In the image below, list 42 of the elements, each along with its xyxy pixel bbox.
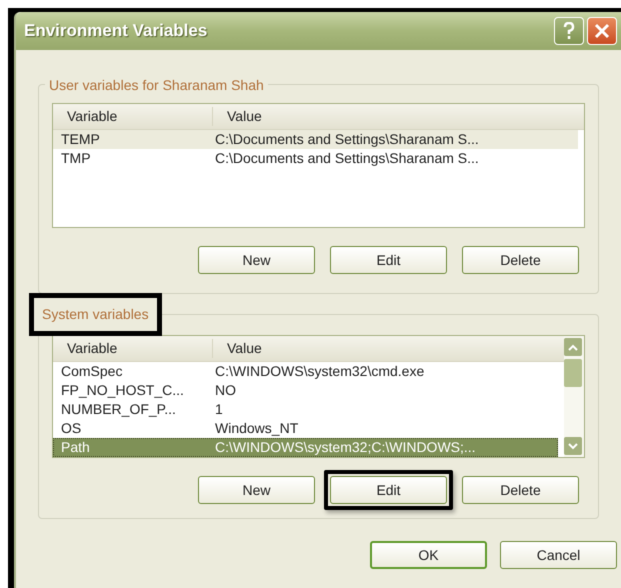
scroll-thumb[interactable] [564, 358, 582, 386]
list-row[interactable]: OS Windows_NT [53, 419, 558, 438]
scroll-down-button[interactable] [564, 437, 582, 455]
dialog-button[interactable]: OK [370, 541, 487, 569]
column-header[interactable]: Value [213, 104, 584, 129]
close-icon [594, 23, 610, 39]
variable-name: TEMP [60, 130, 101, 149]
column-header[interactable]: Variable [53, 107, 213, 126]
variable-value: 1 [214, 400, 224, 419]
variable-name: TMP [60, 149, 92, 168]
column-header[interactable]: Variable [53, 339, 213, 358]
variable-name: ComSpec [60, 362, 124, 381]
variable-value: C:\Documents and Settings\Sharanam S... [214, 149, 480, 168]
variable-value: Windows_NT [214, 419, 300, 438]
list-row[interactable]: TEMP C:\Documents and Settings\Sharanam S... [53, 130, 578, 149]
list-button[interactable]: Delete [462, 476, 579, 504]
scroll-up-button[interactable] [564, 338, 582, 356]
column-header[interactable]: Value [213, 336, 564, 361]
list-button[interactable]: Edit [330, 476, 447, 504]
variable-name: NUMBER_OF_P... [60, 400, 177, 419]
variable-value: C:\Documents and Settings\Sharanam S... [214, 130, 480, 149]
variable-name: FP_NO_HOST_C... [60, 381, 185, 400]
scrollbar[interactable] [564, 336, 584, 457]
list-row[interactable]: TMP C:\Documents and Settings\Sharanam S... [53, 149, 578, 168]
window-title: Environment Variables [24, 20, 208, 42]
list-row[interactable]: FP_NO_HOST_C... NO [53, 381, 558, 400]
help-button[interactable] [554, 17, 584, 45]
group-label: System variables [29, 293, 162, 336]
variable-value: C:\WINDOWS\system32;C:\WINDOWS;... [214, 438, 477, 457]
list-button[interactable]: Delete [462, 246, 579, 274]
list-button[interactable]: New [198, 476, 315, 504]
variable-name: Path [60, 438, 91, 457]
list-row[interactable]: ComSpec C:\WINDOWS\system32\cmd.exe [53, 362, 558, 381]
close-button[interactable] [587, 17, 617, 45]
question-mark-icon [563, 22, 575, 40]
variable-name: OS [60, 419, 82, 438]
list-button[interactable]: New [198, 246, 315, 274]
variable-value: C:\WINDOWS\system32\cmd.exe [214, 362, 426, 381]
list-button[interactable]: Edit [330, 246, 447, 274]
variable-value: NO [214, 381, 237, 400]
list-row[interactable]: NUMBER_OF_P... 1 [53, 400, 558, 419]
dialog-button[interactable]: Cancel [500, 541, 617, 569]
